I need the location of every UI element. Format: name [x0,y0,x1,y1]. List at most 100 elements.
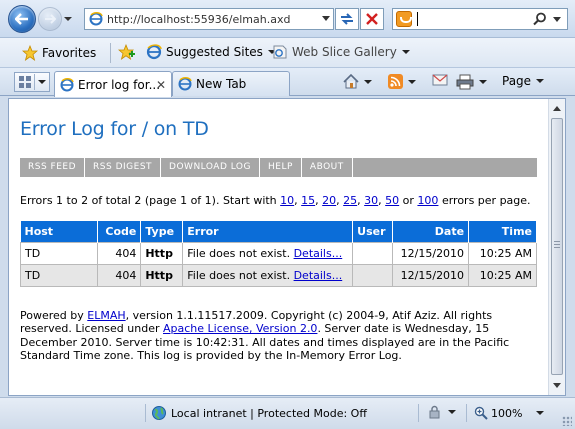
rss-digest-link[interactable]: RSS DIGEST [85,158,162,177]
header-host: Host [20,221,99,242]
address-bar[interactable]: http://localhost:55936/elmah.axd [84,8,334,30]
stats-or: or [402,194,414,207]
home-icon [343,74,359,89]
feeds-chevron-down-icon[interactable] [408,79,416,84]
table-row: TD 404 Http File does not exist. Details… [19,241,537,265]
favorites-separator [110,43,111,63]
refresh-button[interactable] [335,8,359,30]
security-zone[interactable]: Local intranet | Protected Mode: Off [151,404,367,422]
search-options-chevron-down-icon[interactable] [553,17,561,23]
download-log-link[interactable]: DOWNLOAD LOG [161,158,260,177]
header-user: User [352,221,394,242]
stop-button[interactable] [360,8,384,30]
rss-feed-link[interactable]: RSS FEED [20,158,86,177]
header-error: Error [182,221,354,242]
search-input[interactable] [392,8,568,30]
error-message: File does not exist. [187,246,291,260]
tab-error-log[interactable]: Error log for... ✕ [54,71,172,97]
quick-tabs-grid-icon [19,76,31,88]
suggested-sites-label: Suggested Sites [166,45,263,59]
favorites-button[interactable]: Favorites [22,42,96,64]
ie-page-icon [89,12,103,26]
status-separator [418,404,419,422]
address-url[interactable]: http://localhost:55936/elmah.axd [107,13,290,26]
scroll-up-arrow-icon[interactable] [553,106,561,111]
search-icon[interactable] [533,12,547,26]
cell-date: 12/15/2010 [392,241,470,265]
forward-button[interactable] [38,7,62,31]
tab-new-tab[interactable]: New Tab [172,71,290,96]
home-chevron-down-icon[interactable] [364,79,372,84]
page-size-50-link[interactable]: 50 [385,194,399,207]
text-caret [417,12,418,26]
table-header-row: Host Code Type Error User Date Time [20,221,537,242]
close-tab-icon[interactable]: ✕ [156,78,166,92]
print-button[interactable] [456,74,487,90]
about-link[interactable]: ABOUT [302,158,353,177]
cell-error: File does not exist. Details... [182,241,354,265]
rss-feed-icon [388,74,403,89]
cell-time: 10:25 AM [468,241,537,265]
page-size-100-link[interactable]: 100 [417,194,438,207]
page-size-10-link[interactable]: 10 [280,194,294,207]
page-menu-label: Page [502,74,532,88]
apache-license-link[interactable]: Apache License, Version 2.0 [163,322,317,335]
header-type: Type [140,221,184,242]
cell-date: 12/15/2010 [392,263,470,287]
feeds-button[interactable] [388,74,416,89]
details-link[interactable]: Details... [294,247,343,260]
page-size-25-link[interactable]: 25 [343,194,357,207]
elmah-link[interactable]: ELMAH [87,309,125,322]
cell-user [352,263,394,287]
details-link[interactable]: Details... [294,269,343,282]
scrollbar-grip-icon [554,241,560,249]
back-arrow-icon [15,13,28,25]
back-button[interactable] [8,5,36,33]
page-menu-chevron-down-icon [536,79,545,83]
zoom-level: 100% [491,406,523,420]
web-slice-gallery-button[interactable]: Web Slice Gallery [272,44,410,60]
status-bar: Local intranet | Protected Mode: Off 100… [0,397,575,429]
quick-tabs-button[interactable] [14,72,50,92]
intranet-globe-icon [152,406,166,420]
zoom-magnifier-icon [474,406,488,420]
page-size-15-link[interactable]: 15 [301,194,315,207]
add-favorite-star-icon [118,44,135,60]
cell-host: TD [19,241,99,265]
add-to-favorites-bar-button[interactable] [118,44,136,60]
protected-mode-button[interactable] [427,405,456,419]
forward-arrow-icon [45,14,56,24]
cell-type: Http [140,241,184,265]
tab-list-chevron-down-icon[interactable] [38,80,46,84]
web-slice-icon [273,45,287,59]
cell-user [352,241,394,265]
security-lock-icon [429,405,440,419]
suggested-sites-button[interactable]: Suggested Sites [146,44,276,60]
scrollbar-thumb[interactable] [551,118,563,375]
resize-grip-icon[interactable] [562,416,572,426]
status-separator [466,404,467,422]
read-mail-button[interactable] [432,74,448,86]
cell-type: Http [140,263,184,287]
cell-error: File does not exist. Details... [182,263,354,287]
page-size-20-link[interactable]: 20 [322,194,336,207]
page-menu-button[interactable]: Page [502,74,545,88]
stop-icon [366,13,378,25]
vertical-scrollbar[interactable] [548,99,565,395]
zoom-control[interactable]: 100% [474,404,545,422]
scroll-down-arrow-icon[interactable] [553,383,561,388]
help-link[interactable]: HELP [260,158,302,177]
favorites-bar: Favorites Suggested Sites Web Slice Gall… [0,38,575,68]
print-chevron-down-icon[interactable] [479,80,487,84]
cell-host: TD [19,263,99,287]
search-provider-icon[interactable] [396,11,412,27]
mail-icon [432,74,448,86]
ie-icon [146,44,162,60]
address-chevron-down-icon[interactable] [322,16,330,22]
status-separator [145,404,146,422]
recent-pages-chevron-down-icon[interactable] [64,15,72,23]
home-button[interactable] [343,74,372,89]
page-size-30-link[interactable]: 30 [364,194,378,207]
header-date: Date [392,221,470,242]
web-slice-gallery-label: Web Slice Gallery [292,45,397,59]
